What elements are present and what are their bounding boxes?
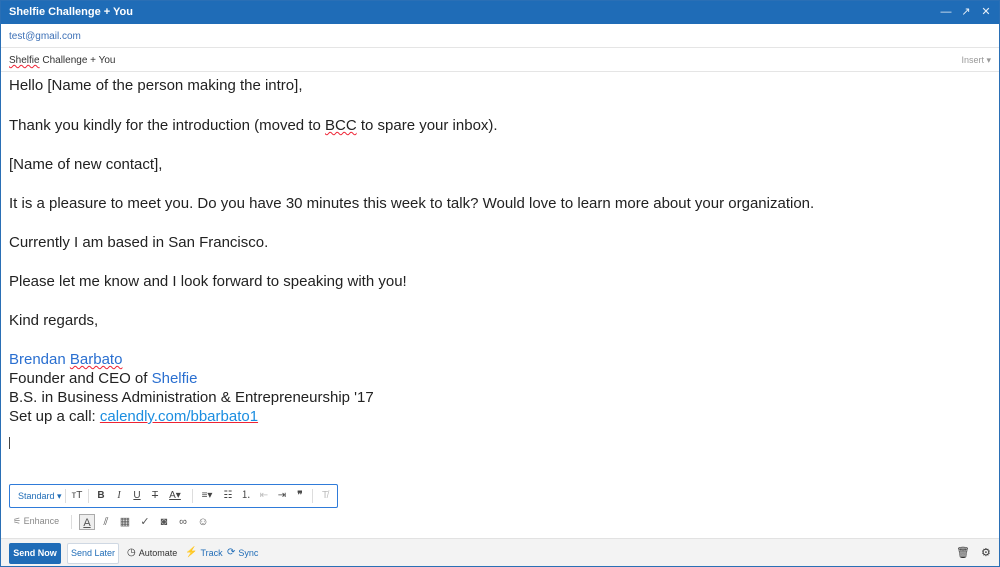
bold-icon[interactable]: B <box>94 489 108 503</box>
signature-company: Shelfie <box>151 370 198 387</box>
camera-icon[interactable]: ◙ <box>156 514 172 530</box>
font-color-icon[interactable]: A▾ <box>168 489 182 503</box>
text-size-icon[interactable]: ᴛT <box>70 489 84 503</box>
style-dropdown[interactable]: Standard ▾ <box>18 491 62 502</box>
subject-text[interactable]: Shelfie Challenge + You <box>9 55 115 66</box>
clock-icon: ◷ <box>127 547 136 558</box>
bottom-bar: Send Now Send Later ◷ Automate ⚡ Track ⟳ Sy… <box>1 538 999 566</box>
enhance-label: Enhance <box>23 516 60 526</box>
automate-label: Automate <box>138 548 178 558</box>
quote-icon[interactable]: ❞ <box>293 489 307 503</box>
clear-format-icon[interactable]: T̸ <box>318 489 332 503</box>
sync-icon: ⟳ <box>227 547 236 558</box>
body-greeting: Hello [Name of the person making the int… <box>9 77 303 94</box>
link-icon[interactable]: ∞ <box>175 514 191 530</box>
underline-icon[interactable]: U <box>130 489 144 503</box>
body-line-thanks: Thank you kindly for the introduction (m… <box>9 116 498 135</box>
align-icon[interactable]: ≡▾ <box>200 489 214 503</box>
emoji-icon[interactable]: ☺ <box>195 514 211 530</box>
body-closing-request: Please let me know and I look forward to… <box>9 273 407 290</box>
body-line-thanks-b: to spare your inbox). <box>356 117 498 134</box>
calendly-link-a: calendly.com/ <box>99 408 191 425</box>
signature-first-name: Brendan <box>9 351 70 368</box>
attachment-icon[interactable]: ⫽ <box>98 514 114 530</box>
signature-name: Brendan Barbato <box>9 350 122 369</box>
signature-last-name: Barbato <box>69 351 123 368</box>
signature-call: Set up a call: calendly.com/bbarbato1 <box>9 407 258 426</box>
minimize-icon[interactable]: — <box>939 4 953 20</box>
italic-icon[interactable]: I <box>112 489 126 503</box>
track-label: Track <box>200 548 223 558</box>
outdent-icon[interactable]: ⇤ <box>257 489 271 503</box>
body-line-thanks-a: Thank you kindly for the introduction (m… <box>9 117 325 134</box>
gear-icon[interactable]: ⚙ <box>981 546 991 559</box>
send-later-button[interactable]: Send Later <box>67 543 119 564</box>
strikethrough-icon[interactable]: T <box>148 489 162 503</box>
bcc-word: BCC <box>325 117 357 134</box>
toolbar-divider <box>312 489 313 503</box>
signature-title: Founder and CEO of Shelfie <box>9 369 197 388</box>
body-location: Currently I am based in San Francisco. <box>9 234 269 251</box>
track-button[interactable]: ⚡ Track <box>185 547 223 559</box>
body-regards: Kind regards, <box>9 312 99 329</box>
toolbar-divider <box>192 489 193 503</box>
sync-button[interactable]: ⟳ Sync <box>227 547 259 559</box>
calendly-link[interactable]: calendly.com/bbarbato1 <box>100 408 258 425</box>
automate-button[interactable]: ◷ Automate <box>127 547 178 559</box>
format-toolbar: Standard ▾ ᴛT B I U T A▾ ≡▾ ☷ ⒈ ⇤ ⇥ ❞ T̸ <box>9 484 338 508</box>
body-pleasure: It is a pleasure to meet you. Do you hav… <box>9 195 815 212</box>
text-cursor <box>9 437 10 449</box>
toolbar-divider <box>88 489 89 503</box>
lightning-icon: ⚡ <box>185 547 198 558</box>
signature-degree: B.S. in Business Administration & Entrep… <box>9 389 374 406</box>
formatting-toggle-icon[interactable]: A <box>79 514 95 530</box>
trash-icon[interactable]: 🗑 <box>956 546 970 559</box>
to-recipient[interactable]: test@gmail.com <box>9 31 81 42</box>
to-field[interactable]: test@gmail.com <box>1 24 999 48</box>
toolbar-divider <box>65 489 66 503</box>
signature-title-text: Founder and CEO of <box>9 370 152 387</box>
subject-rest: Challenge + You <box>39 55 116 66</box>
compose-window: Shelfie Challenge + You — ↗ ✕ test@gmail… <box>0 0 1000 567</box>
compose-tools: ⚟ Enhance A ⫽ ▦ ✓ ◙ ∞ ☺ <box>9 513 309 531</box>
window-title: Shelfie Challenge + You <box>9 6 133 18</box>
enhance-button[interactable]: ⚟ Enhance <box>13 516 59 527</box>
send-now-button[interactable]: Send Now <box>9 543 61 564</box>
wand-icon: ⚟ <box>13 516 22 526</box>
numbered-list-icon[interactable]: ⒈ <box>239 489 253 503</box>
calendar-icon[interactable]: ▦ <box>117 514 133 530</box>
signature-call-label: Set up a call: <box>9 408 100 425</box>
indent-icon[interactable]: ⇥ <box>275 489 289 503</box>
body-new-contact: [Name of new contact], <box>9 156 163 173</box>
calendly-link-b: bbarbato1 <box>190 408 259 425</box>
insert-dropdown[interactable]: Insert ▾ <box>961 55 991 66</box>
checkmark-icon[interactable]: ✓ <box>137 514 153 530</box>
toolbar-divider <box>71 515 72 529</box>
title-bar: Shelfie Challenge + You — ↗ ✕ <box>1 1 999 24</box>
subject-field[interactable]: Shelfie Challenge + You Insert ▾ <box>1 48 999 72</box>
bullet-list-icon[interactable]: ☷ <box>221 489 235 503</box>
expand-icon[interactable]: ↗ <box>959 4 973 20</box>
close-icon[interactable]: ✕ <box>979 4 993 20</box>
subject-misspelled-word: Shelfie <box>9 55 40 66</box>
sync-label: Sync <box>238 548 259 558</box>
